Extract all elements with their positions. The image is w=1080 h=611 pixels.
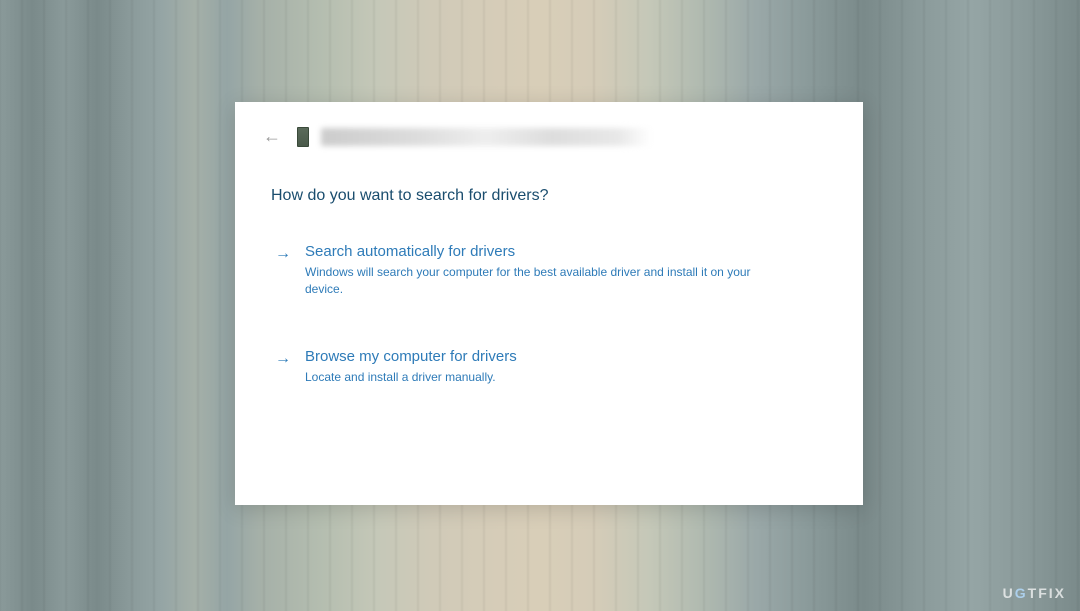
watermark-prefix: U bbox=[1003, 585, 1015, 601]
device-name-blurred bbox=[321, 128, 651, 146]
option-content: Browse my computer for drivers Locate an… bbox=[305, 348, 823, 386]
option-description: Locate and install a driver manually. bbox=[305, 369, 785, 386]
options-container: → Search automatically for drivers Windo… bbox=[235, 217, 863, 413]
device-icon bbox=[297, 127, 309, 147]
option-title: Browse my computer for drivers bbox=[305, 348, 823, 365]
watermark-logo: UGTFIX bbox=[1003, 585, 1066, 601]
dialog-header: ← bbox=[235, 102, 863, 159]
option-title: Search automatically for drivers bbox=[305, 243, 823, 260]
dialog-title: How do you want to search for drivers? bbox=[235, 159, 863, 217]
option-content: Search automatically for drivers Windows… bbox=[305, 243, 823, 298]
watermark-accent: G bbox=[1015, 585, 1028, 601]
back-arrow-icon[interactable]: ← bbox=[259, 122, 285, 151]
option-description: Windows will search your computer for th… bbox=[305, 264, 785, 298]
browse-computer-option[interactable]: → Browse my computer for drivers Locate … bbox=[271, 342, 827, 414]
update-driver-dialog: ← How do you want to search for drivers?… bbox=[235, 102, 863, 505]
arrow-right-icon: → bbox=[275, 350, 291, 368]
watermark-suffix: TFIX bbox=[1028, 585, 1066, 601]
arrow-right-icon: → bbox=[275, 245, 291, 263]
search-automatically-option[interactable]: → Search automatically for drivers Windo… bbox=[271, 237, 827, 326]
